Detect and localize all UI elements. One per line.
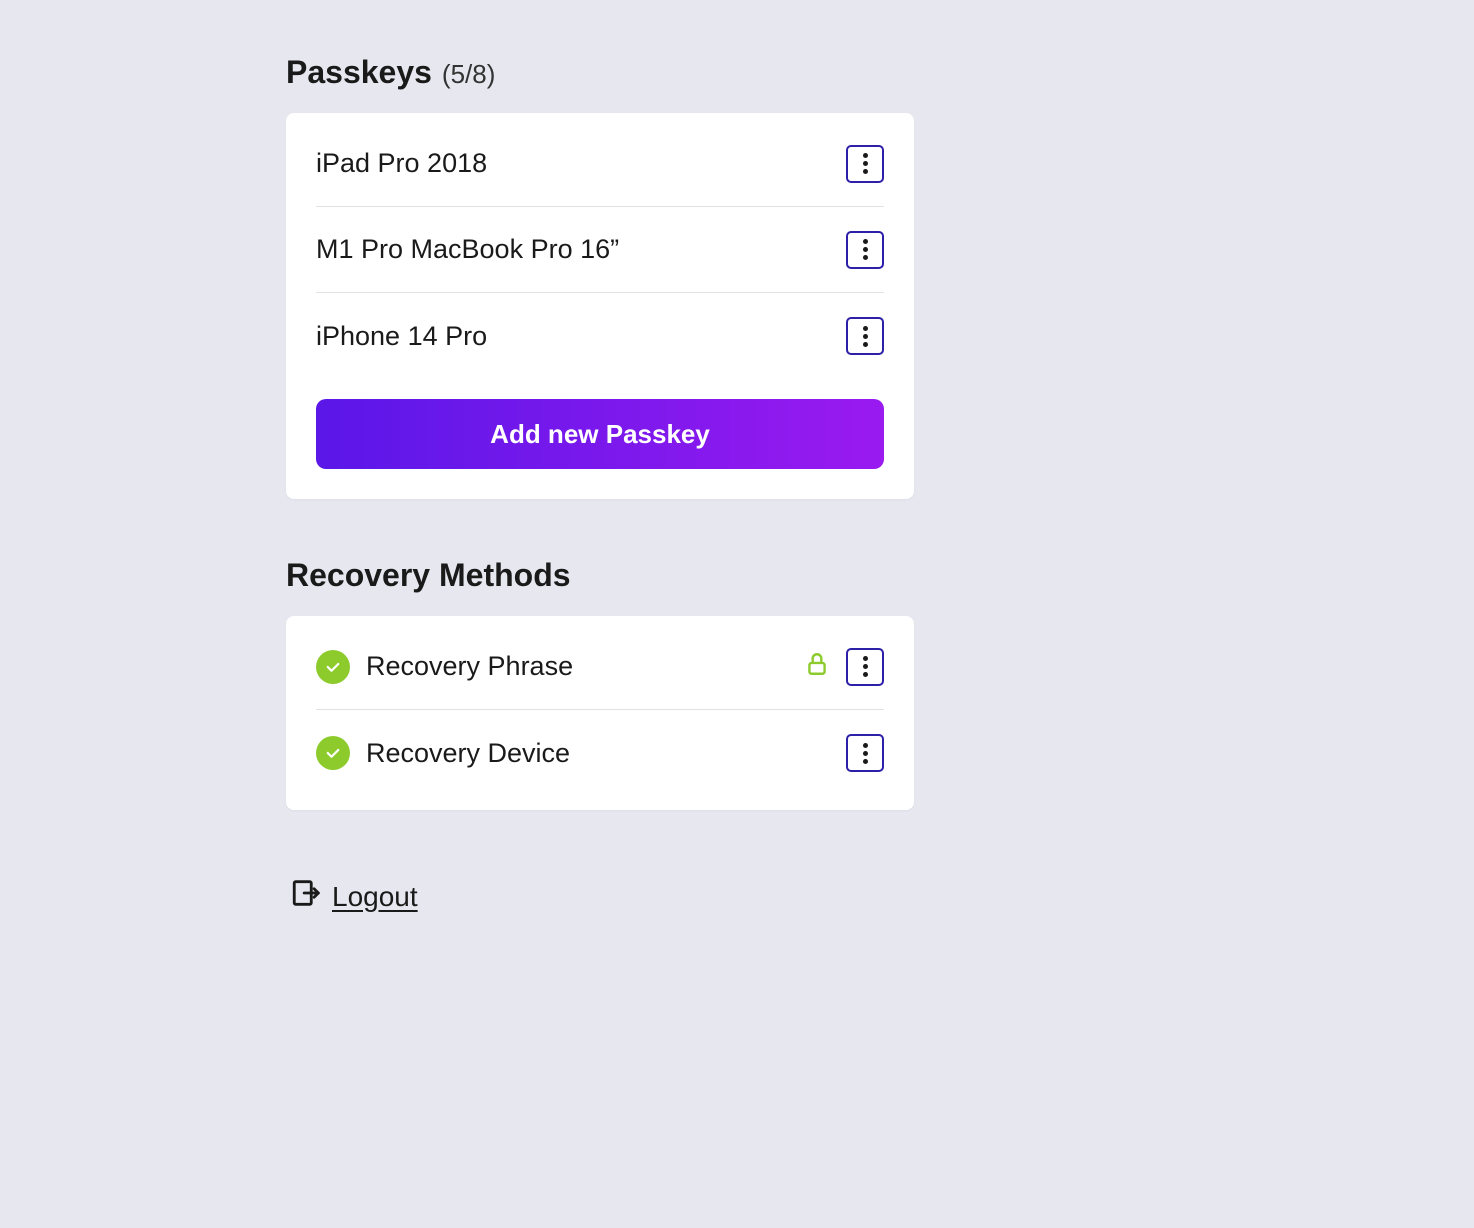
- passkey-row: M1 Pro MacBook Pro 16”: [316, 207, 884, 293]
- passkey-menu-button[interactable]: [846, 231, 884, 269]
- more-vertical-icon: [863, 326, 868, 347]
- recovery-menu-button[interactable]: [846, 734, 884, 772]
- recovery-card: Recovery Phrase Recovery Devi: [286, 616, 914, 810]
- logout-link[interactable]: Logout: [290, 876, 418, 917]
- passkey-label: M1 Pro MacBook Pro 16”: [316, 234, 619, 265]
- logout-label: Logout: [332, 881, 418, 913]
- passkey-menu-button[interactable]: [846, 145, 884, 183]
- recovery-menu-button[interactable]: [846, 648, 884, 686]
- passkeys-title: Passkeys (5/8): [286, 54, 914, 91]
- recovery-label: Recovery Phrase: [366, 651, 573, 682]
- add-passkey-button[interactable]: Add new Passkey: [316, 399, 884, 469]
- passkey-row: iPad Pro 2018: [316, 121, 884, 207]
- check-circle-icon: [316, 736, 350, 770]
- recovery-row: Recovery Device: [316, 710, 884, 796]
- passkeys-title-text: Passkeys: [286, 54, 432, 91]
- passkey-label: iPhone 14 Pro: [316, 321, 487, 352]
- recovery-title-text: Recovery Methods: [286, 557, 571, 594]
- passkey-label: iPad Pro 2018: [316, 148, 487, 179]
- more-vertical-icon: [863, 743, 868, 764]
- more-vertical-icon: [863, 153, 868, 174]
- more-vertical-icon: [863, 239, 868, 260]
- lock-icon: [804, 651, 830, 682]
- recovery-title: Recovery Methods: [286, 557, 914, 594]
- more-vertical-icon: [863, 656, 868, 677]
- logout-icon: [290, 876, 324, 917]
- recovery-label: Recovery Device: [366, 738, 570, 769]
- passkeys-count: (5/8): [442, 59, 495, 90]
- recovery-row: Recovery Phrase: [316, 624, 884, 710]
- passkey-menu-button[interactable]: [846, 317, 884, 355]
- passkeys-card: iPad Pro 2018 M1 Pro MacBook Pro 16” iPh…: [286, 113, 914, 499]
- check-circle-icon: [316, 650, 350, 684]
- passkey-row: iPhone 14 Pro: [316, 293, 884, 379]
